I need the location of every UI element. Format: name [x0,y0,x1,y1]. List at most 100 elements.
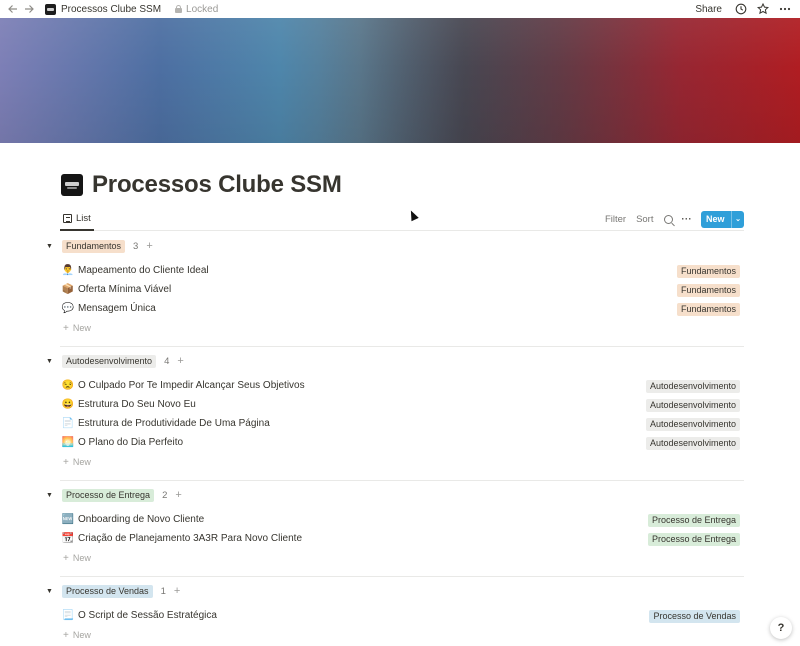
breadcrumb-title[interactable]: Processos Clube SSM [61,4,161,15]
locked-label: Locked [186,3,219,15]
item-title: O Culpado Por Te Impedir Alcançar Seus O… [78,380,305,391]
new-row-button[interactable]: + New [63,455,91,469]
add-item-icon[interactable]: + [146,240,152,252]
locked-indicator[interactable]: Locked [175,4,218,15]
top-right-actions: Share [695,0,800,18]
group-count: 1 [160,585,166,597]
item-emoji-icon: 🌅 [61,437,75,448]
item-emoji-icon: 💬 [61,303,75,314]
cover-image[interactable] [0,18,800,143]
share-button[interactable]: Share [695,4,722,15]
item-title: Oferta Mínima Viável [78,284,172,295]
help-button[interactable]: ? [770,617,792,639]
list-item[interactable]: 🆕 Onboarding de Novo Cliente Processo de… [62,511,744,528]
add-item-icon[interactable]: + [175,489,181,501]
item-title: O Script de Sessão Estratégica [78,610,217,621]
page-icon [45,3,56,15]
view-actions: Filter Sort ··· New ⌄ [595,210,744,228]
item-title: O Plano do Dia Perfeito [78,437,184,448]
item-tag: Autodesenvolvimento [645,380,740,393]
item-emoji-icon: 📃 [61,610,75,621]
list-item[interactable]: 🌅 O Plano do Dia Perfeito Autodesenvolvi… [62,434,744,451]
filter-button[interactable]: Filter [605,214,626,225]
item-title: Estrutura de Produtividade De Uma Página [78,418,270,429]
item-emoji-icon: 📆 [61,533,75,544]
new-button-label: New [706,214,725,224]
item-tag: Processo de Entrega [647,514,740,527]
group-header: ▼ Autodesenvolvimento 4 + [46,354,184,368]
item-title: Mapeamento do Cliente Ideal [78,265,209,276]
item-emoji-icon: 🆕 [61,514,75,525]
group-header: ▼ Fundamentos 3 + [46,239,153,253]
new-row-label: New [72,323,91,333]
tab-list[interactable]: List [60,208,94,231]
item-emoji-icon: 😀 [61,399,75,410]
page-title[interactable]: Processos Clube SSM [92,171,342,199]
item-emoji-icon: 📄 [61,418,75,429]
history-clock-icon[interactable] [734,2,748,16]
list-item[interactable]: 😀 Estrutura Do Seu Novo Eu Autodesenvolv… [62,396,744,413]
group-divider [60,576,744,577]
view-bar: List Filter Sort ··· New ⌄ [60,208,744,231]
view-more-button[interactable]: ··· [682,214,693,224]
new-row-button[interactable]: + New [63,628,91,642]
forward-arrow-icon[interactable] [22,2,36,16]
list-item[interactable]: 📦 Oferta Mínima Viável Fundamentos [62,281,744,298]
plus-icon: + [63,629,69,641]
list-item[interactable]: 😒 O Culpado Por Te Impedir Alcançar Seus… [62,377,744,394]
item-emoji-icon: 📦 [61,284,75,295]
new-row-button[interactable]: + New [63,321,91,335]
new-row-label: New [72,630,91,640]
new-row-button[interactable]: + New [63,551,91,565]
sort-button[interactable]: Sort [636,214,653,225]
lock-icon [175,5,183,13]
tab-list-label: List [76,213,91,224]
collapse-caret-icon[interactable]: ▼ [46,588,56,595]
add-item-icon[interactable]: + [174,585,180,597]
collapse-caret-icon[interactable]: ▼ [46,492,56,499]
plus-icon: + [63,322,69,334]
collapse-caret-icon[interactable]: ▼ [46,358,56,365]
group-tag: Processo de Entrega [62,488,155,502]
item-title: Mensagem Única [78,303,156,314]
add-item-icon[interactable]: + [177,355,183,367]
group-tag: Fundamentos [62,239,126,253]
plus-icon: + [63,456,69,468]
collapse-caret-icon[interactable]: ▼ [46,243,56,250]
group-count: 3 [133,240,139,252]
page-icon-large[interactable] [61,174,83,196]
search-icon[interactable] [663,214,673,224]
new-button[interactable]: New ⌄ [701,210,744,228]
item-title: Criação de Planejamento 3A3R Para Novo C… [78,533,303,544]
item-emoji-icon: 😒 [61,380,75,391]
new-row-label: New [72,457,91,467]
group-divider [60,480,744,481]
item-tag: Processo de Vendas [649,610,740,623]
item-tag: Autodesenvolvimento [645,437,740,450]
list-view-icon [63,214,72,223]
item-tag: Processo de Entrega [647,533,740,546]
group-divider [60,346,744,347]
list-item[interactable]: 📄 Estrutura de Produtividade De Uma Pági… [62,415,744,432]
group-header: ▼ Processo de Vendas 1 + [46,584,180,598]
item-tag: Fundamentos [676,284,740,297]
item-title: Onboarding de Novo Cliente [78,514,205,525]
list-item[interactable]: 👨‍💼 Mapeamento do Cliente Ideal Fundamen… [62,262,744,279]
list-item[interactable]: 📃 O Script de Sessão Estratégica Process… [62,607,744,624]
new-row-label: New [72,553,91,563]
plus-icon: + [63,552,69,564]
list-item[interactable]: 💬 Mensagem Única Fundamentos [62,300,744,317]
group-count: 2 [162,489,168,501]
group-header: ▼ Processo de Entrega 2 + [46,488,182,502]
chevron-down-icon[interactable]: ⌄ [732,215,744,223]
item-tag: Autodesenvolvimento [645,418,740,431]
list-item[interactable]: 📆 Criação de Planejamento 3A3R Para Novo… [62,530,744,547]
group-count: 4 [164,355,170,367]
item-tag: Autodesenvolvimento [645,399,740,412]
group-tag: Autodesenvolvimento [62,354,157,368]
star-icon[interactable] [756,2,770,16]
more-icon[interactable] [778,2,792,16]
item-title: Estrutura Do Seu Novo Eu [78,399,196,410]
back-arrow-icon[interactable] [6,2,20,16]
top-bar: Processos Clube SSM Locked Share [0,0,800,18]
